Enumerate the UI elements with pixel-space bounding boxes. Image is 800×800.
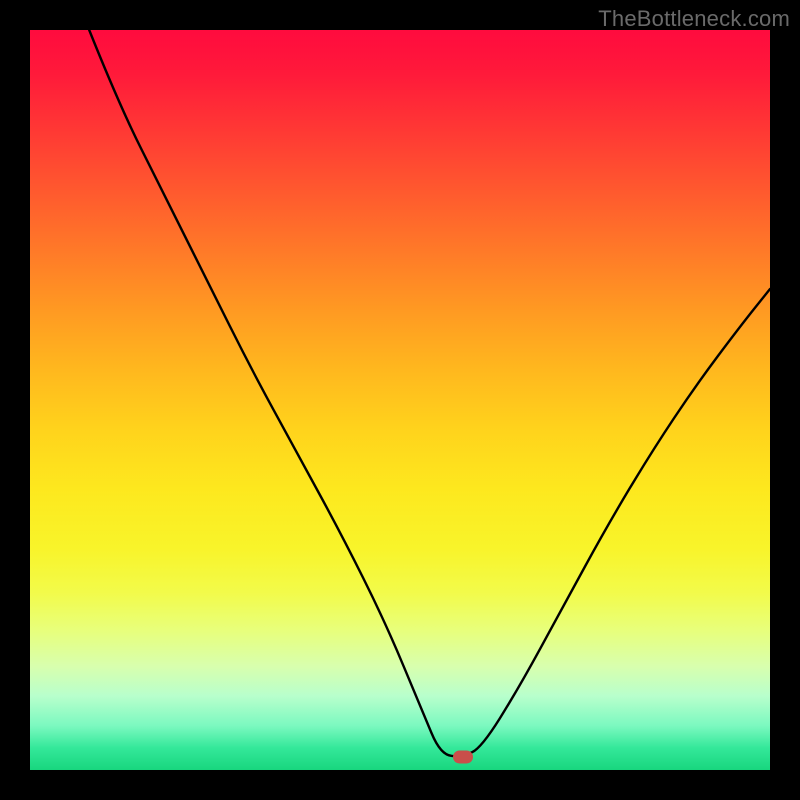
watermark-text: TheBottleneck.com: [598, 6, 790, 32]
chart-frame: TheBottleneck.com: [0, 0, 800, 800]
curve-path: [89, 30, 770, 756]
optimal-marker: [453, 750, 473, 763]
bottleneck-curve: [30, 30, 770, 770]
plot-area: [30, 30, 770, 770]
